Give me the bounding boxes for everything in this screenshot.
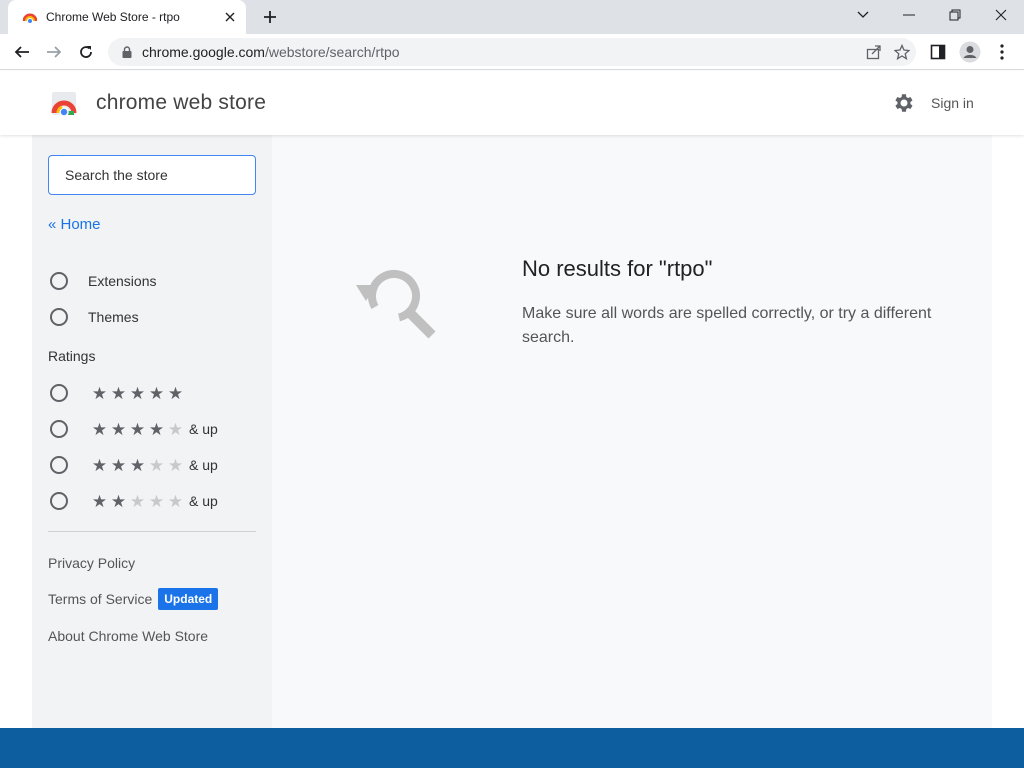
terms-of-service-row: Terms of Service Updated [48, 588, 219, 610]
restore-icon[interactable] [932, 0, 978, 30]
star-rating: ★ ★ ★ ★ ★ [90, 385, 185, 402]
category-themes[interactable]: Themes [48, 307, 139, 327]
star-empty-icon: ★ [148, 455, 165, 475]
terms-of-service-link[interactable]: Terms of Service [48, 591, 152, 607]
star-filled-icon: ★ [129, 383, 146, 403]
search-no-results-icon [354, 261, 444, 341]
rating-filter-5[interactable]: ★ ★ ★ ★ ★ [48, 383, 185, 403]
reload-icon[interactable] [72, 38, 100, 66]
and-up-label: & up [189, 457, 218, 473]
star-filled-icon: ★ [148, 383, 165, 403]
and-up-label: & up [189, 421, 218, 437]
url-host: chrome.google.com [142, 44, 265, 60]
gear-icon[interactable] [892, 91, 916, 115]
home-link[interactable]: « Home [48, 216, 101, 233]
no-results-message: Make sure all words are spelled correctl… [522, 305, 932, 346]
star-empty-icon: ★ [167, 491, 184, 511]
star-filled-icon: ★ [110, 491, 127, 511]
star-filled-icon: ★ [148, 419, 165, 439]
chrome-webstore-logo[interactable] [50, 89, 78, 117]
category-label: Extensions [88, 273, 157, 289]
rating-filter-3[interactable]: ★ ★ ★ ★ ★ & up [48, 455, 218, 475]
privacy-policy-link[interactable]: Privacy Policy [48, 555, 135, 571]
back-arrow-icon[interactable] [8, 38, 36, 66]
star-filled-icon: ★ [110, 419, 127, 439]
sidebar-divider [48, 531, 256, 532]
star-filled-icon: ★ [110, 383, 127, 403]
star-rating: ★ ★ ★ ★ ★ [90, 421, 185, 438]
star-empty-icon: ★ [167, 419, 184, 439]
star-filled-icon: ★ [167, 383, 184, 403]
no-results-title: No results for "rtpo" [522, 256, 713, 281]
radio-button[interactable] [50, 456, 68, 474]
profile-icon[interactable] [956, 38, 984, 66]
browser-tab[interactable]: Chrome Web Store - rtpo [8, 0, 246, 34]
address-bar[interactable]: chrome.google.com/webstore/search/rtpo [108, 38, 916, 66]
url-text[interactable]: chrome.google.com/webstore/search/rtpo [142, 44, 860, 60]
url-path: /webstore/search/rtpo [264, 44, 400, 60]
minimize-icon[interactable] [886, 0, 932, 30]
main-content: No results for "rtpo" Make sure all word… [272, 135, 992, 728]
tab-title: Chrome Web Store - rtpo [46, 10, 180, 24]
radio-button[interactable] [50, 384, 68, 402]
and-up-label: & up [189, 493, 218, 509]
star-filled-icon: ★ [91, 455, 108, 475]
close-icon[interactable] [222, 9, 238, 25]
window-close-icon[interactable] [978, 0, 1024, 30]
rating-filter-2[interactable]: ★ ★ ★ ★ ★ & up [48, 491, 218, 511]
left-gutter [0, 135, 32, 728]
ratings-heading: Ratings [48, 348, 96, 364]
star-rating: ★ ★ ★ ★ ★ [90, 493, 185, 510]
right-gutter [992, 135, 1024, 728]
forward-arrow-icon[interactable] [40, 38, 68, 66]
star-filled-icon: ★ [129, 455, 146, 475]
star-rating: ★ ★ ★ ★ ★ [90, 457, 185, 474]
plus-icon[interactable] [258, 5, 282, 29]
browser-toolbar: chrome.google.com/webstore/search/rtpo [0, 34, 1024, 70]
lock-icon[interactable] [120, 46, 134, 58]
search-input[interactable] [48, 155, 256, 195]
radio-button[interactable] [50, 492, 68, 510]
side-panel-icon[interactable] [924, 38, 952, 66]
star-bookmark-icon[interactable] [888, 38, 916, 66]
star-filled-icon: ★ [91, 419, 108, 439]
chrome-webstore-favicon [22, 9, 38, 25]
star-filled-icon: ★ [91, 383, 108, 403]
star-filled-icon: ★ [129, 419, 146, 439]
tab-strip: Chrome Web Store - rtpo [0, 0, 1024, 34]
chevron-down-icon[interactable] [840, 0, 886, 30]
share-icon[interactable] [860, 38, 888, 66]
star-empty-icon: ★ [148, 491, 165, 511]
store-title[interactable]: chrome web store [96, 91, 266, 115]
star-empty-icon: ★ [167, 455, 184, 475]
category-label: Themes [88, 309, 139, 325]
about-store-link[interactable]: About Chrome Web Store [48, 628, 208, 644]
sign-in-link[interactable]: Sign in [931, 95, 974, 111]
star-empty-icon: ★ [129, 491, 146, 511]
store-header: chrome web store Sign in [0, 71, 1024, 135]
rating-filter-4[interactable]: ★ ★ ★ ★ ★ & up [48, 419, 218, 439]
taskbar [0, 728, 1024, 768]
radio-button[interactable] [50, 420, 68, 438]
star-filled-icon: ★ [91, 491, 108, 511]
kebab-menu-icon[interactable] [988, 38, 1016, 66]
radio-button[interactable] [50, 272, 68, 290]
updated-badge: Updated [158, 588, 219, 610]
sidebar: « Home Extensions Themes Ratings ★★★★★ ★… [32, 135, 272, 728]
radio-button[interactable] [50, 308, 68, 326]
category-extensions[interactable]: Extensions [48, 271, 156, 291]
star-filled-icon: ★ [110, 455, 127, 475]
